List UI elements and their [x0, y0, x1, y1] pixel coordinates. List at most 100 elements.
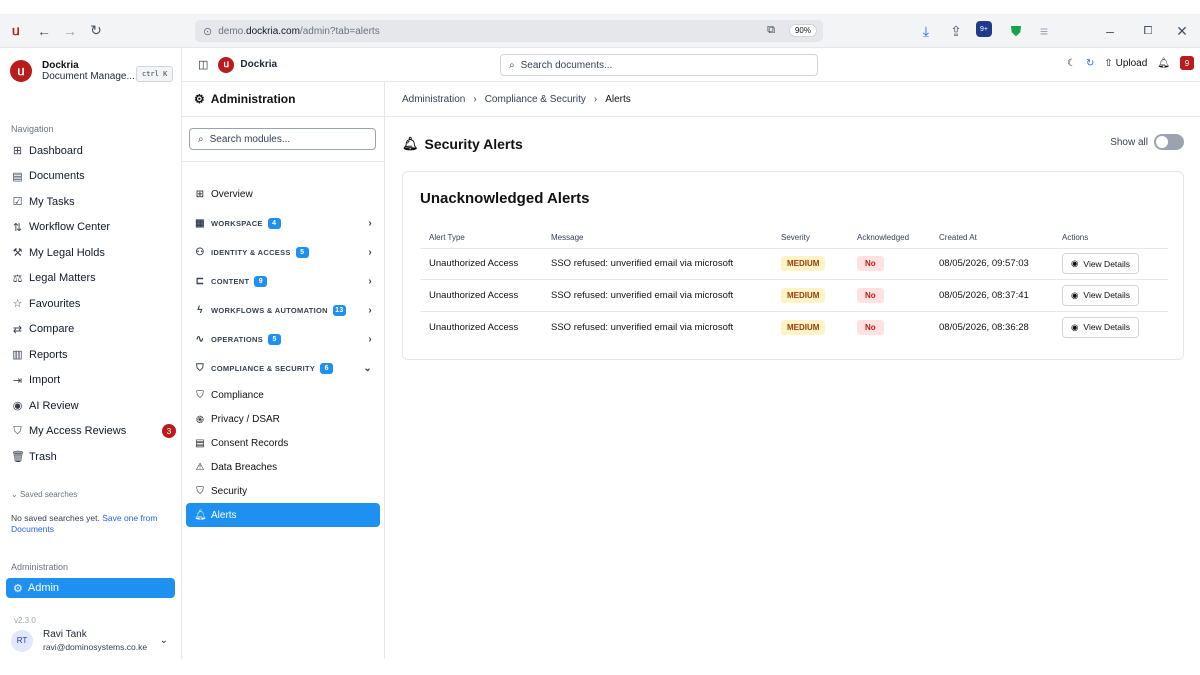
dockria-logo-icon: ᥙ — [10, 60, 32, 82]
shield-icon: ⛉ — [196, 363, 204, 374]
browser-toolbar: ᥙ ← → ↻ ⊙ demo. dockria.com/admin?tab=ale… — [0, 14, 1200, 48]
nav-item-dashboard[interactable]: ⊞ Dashboard — [11, 138, 176, 164]
nav-item-favourites[interactable]: ☆ Favourites — [11, 291, 176, 317]
menu-icon[interactable]: ≡ — [1034, 21, 1054, 41]
card-title: Unacknowledged Alerts — [420, 190, 590, 207]
brand[interactable]: ᥙ Dockria Document Manage... — [10, 60, 135, 82]
nav-item-compare[interactable]: ⇄ Compare — [11, 317, 176, 343]
module-consent-records[interactable]: ▤ Consent Records — [186, 431, 380, 455]
divider — [182, 161, 385, 162]
app-subtitle: Document Manage... — [42, 71, 135, 82]
module-alerts[interactable]: 🔔︎ Alerts — [186, 503, 380, 527]
section-operations[interactable]: ∿ OPERATIONS 5 › — [186, 325, 380, 354]
module-search-input[interactable]: ⌕ Search modules... — [189, 128, 376, 150]
sync-icon[interactable]: ↻ — [1086, 58, 1094, 69]
star-icon: ☆ — [12, 298, 23, 311]
nav-item-my-legal-holds[interactable]: ⚒ My Legal Holds — [11, 240, 176, 266]
file-check-icon: ▤ — [195, 437, 205, 449]
module-compliance[interactable]: ⛉ Compliance — [186, 383, 380, 407]
shield-icon: ⛉ — [196, 485, 204, 497]
nav-item-admin[interactable]: ⚙ Admin — [6, 578, 175, 598]
gear-icon: ⚙ — [194, 92, 205, 106]
nav-item-my-access-reviews[interactable]: ⛉ My Access Reviews 3 — [11, 419, 176, 445]
notification-badge[interactable]: 9 — [1180, 56, 1194, 70]
topbar-brand[interactable]: Dockria — [240, 59, 277, 70]
section-workflows-automation[interactable]: ϟ WORKFLOWS & AUTOMATION 13 › — [186, 296, 380, 325]
back-icon[interactable]: ← — [34, 21, 54, 41]
module-privacy-dsar[interactable]: ֍ Privacy / DSAR — [186, 407, 380, 431]
upload-button[interactable]: ⇧ Upload — [1104, 58, 1147, 69]
module-security[interactable]: ⛉ Security — [186, 479, 380, 503]
chevron-right-icon: › — [593, 93, 598, 105]
pulse-icon: ∿ — [195, 334, 205, 345]
alert-type: Unauthorized Access — [429, 321, 519, 333]
saved-searches-toggle[interactable]: ⌄ Saved searches — [11, 490, 77, 499]
screen-icon[interactable]: ⧉ — [767, 24, 775, 37]
module-list: ⊞ Overview ▦ WORKSPACE 4 › ⚇ IDENTITY & ACCES… — [186, 180, 380, 527]
nav-item-documents[interactable]: ▤ Documents — [11, 164, 176, 190]
browser-logo-icon: ᥙ — [12, 22, 20, 38]
section-identity-access[interactable]: ⚇ IDENTITY & ACCESS 5 › — [186, 238, 380, 267]
module-data-breaches[interactable]: ⚠ Data Breaches — [186, 455, 380, 479]
zoom-level[interactable]: 90% — [788, 24, 817, 37]
section-content[interactable]: ⊏ CONTENT 9 › — [186, 267, 380, 296]
severity-badge: MEDIUM — [781, 256, 826, 272]
nav-item-reports[interactable]: ▥ Reports — [11, 342, 176, 368]
section-workspace[interactable]: ▦ WORKSPACE 4 › — [186, 209, 380, 238]
show-all-toggle[interactable] — [1154, 134, 1184, 150]
alert-type: Unauthorized Access — [420, 279, 542, 312]
theme-toggle-icon[interactable]: ☾ — [1067, 58, 1076, 69]
alert-message: SSO refused: unverified email via micros… — [551, 321, 734, 333]
extension-icon[interactable]: 9+ — [976, 21, 992, 37]
breadcrumb-alerts: Alerts — [605, 93, 631, 105]
shield-extension-icon[interactable]: ⛊ — [1006, 21, 1026, 41]
chart-icon: ▥ — [12, 349, 23, 362]
site-info-icon[interactable]: ⊙ — [203, 25, 212, 38]
minimize-icon[interactable]: – — [1100, 21, 1120, 41]
breadcrumb-compliance-security[interactable]: Compliance & Security — [485, 94, 586, 105]
nav-item-import[interactable]: ⇥ Import — [11, 368, 176, 394]
users-icon: ⚇ — [195, 247, 205, 258]
saved-searches-empty: No saved searches yet. Save one from Doc… — [11, 513, 158, 534]
close-icon[interactable]: ✕ — [1172, 21, 1192, 41]
bell-icon: 🔔︎ — [194, 509, 207, 521]
reload-icon[interactable]: ↻ — [86, 21, 106, 41]
address-bar[interactable]: ⊙ demo. dockria.com/admin?tab=alerts ⧉ 90… — [195, 20, 823, 42]
user-menu[interactable]: RT Ravi Tank ravi@dominosystems.co.ke ⌄ — [0, 622, 182, 659]
import-icon: ⇥ — [12, 374, 23, 387]
nav-item-workflow-center[interactable]: ⇅ Workflow Center — [11, 215, 176, 241]
acknowledged-badge: No — [857, 287, 884, 303]
breadcrumb-administration[interactable]: Administration — [402, 94, 465, 105]
forward-icon[interactable]: → — [60, 21, 80, 41]
restore-icon[interactable]: ⧠ — [1138, 21, 1158, 41]
user-name: Ravi Tank — [43, 628, 87, 640]
breadcrumb: Administration › Compliance & Security ›… — [385, 82, 1200, 117]
workflow-icon: ⇅ — [12, 221, 23, 234]
view-details-button[interactable]: ◉ View Details — [1062, 284, 1140, 306]
share-icon[interactable]: ⇪ — [946, 21, 966, 41]
scales-icon: ⚖ — [12, 272, 23, 285]
nav-item-my-tasks[interactable]: ☑ My Tasks — [11, 189, 176, 215]
acknowledged-badge: No — [857, 319, 884, 335]
bell-icon[interactable]: 🔔︎ — [1157, 58, 1170, 69]
module-overview[interactable]: ⊞ Overview — [186, 180, 380, 209]
command-shortcut[interactable]: ctrl K — [136, 66, 174, 82]
dockria-logo-icon: ᥙ — [218, 56, 235, 73]
trash-icon: 🗑 — [11, 451, 25, 464]
chevron-down-icon: ⌄ — [159, 635, 168, 646]
nav-item-ai-review[interactable]: ◉ AI Review — [11, 393, 176, 419]
view-details-button[interactable]: ◉ View Details — [1062, 253, 1140, 275]
sidebar-toggle-icon[interactable]: ◫ — [198, 58, 208, 71]
show-all-label: Show all — [1110, 136, 1148, 148]
shield-icon: ⛉ — [196, 389, 204, 401]
view-details-button[interactable]: ◉ View Details — [1062, 316, 1140, 338]
search-input[interactable]: ⌕ Search documents... — [500, 54, 818, 76]
alerts-table: Alert Type Message Severity Acknowledged… — [420, 228, 1168, 343]
warning-icon: ⚠ — [195, 461, 205, 473]
chevron-down-icon: ⌄ — [11, 490, 18, 499]
download-icon[interactable]: ⤓ — [916, 21, 936, 41]
nav-item-legal-matters[interactable]: ⚖ Legal Matters — [11, 266, 176, 292]
column-header: Alert Type — [420, 228, 542, 249]
section-compliance-security[interactable]: ⛉ COMPLIANCE & SECURITY 6 ⌄ — [186, 354, 380, 383]
nav-item-trash[interactable]: 🗑 Trash — [11, 444, 176, 470]
